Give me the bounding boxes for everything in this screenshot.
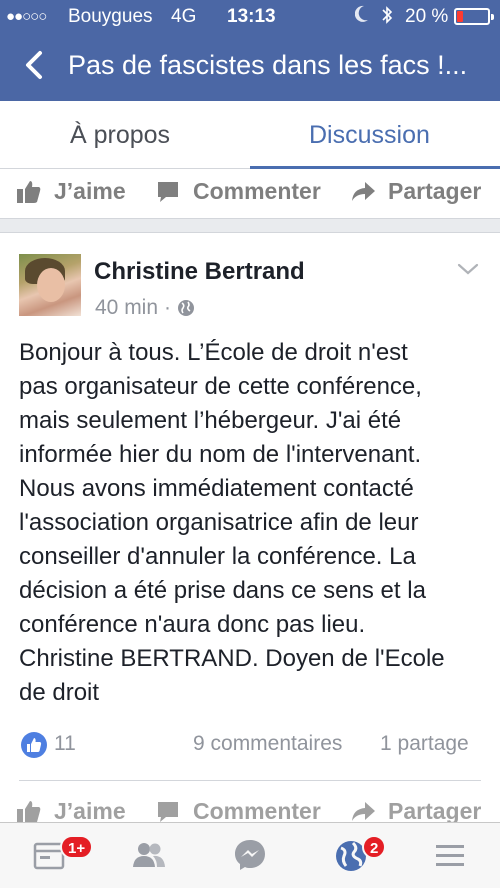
post-share-button[interactable]: Partager <box>350 798 481 825</box>
page-title: Pas de fascistes dans les facs !... <box>68 50 468 80</box>
status-bar: ●●○○○ Bouygues 4G 13:13 20 % <box>0 0 500 34</box>
post-comment-label: Commenter <box>193 798 321 824</box>
avatar-face <box>37 268 65 302</box>
news-feed-badge: 1+ <box>60 835 94 859</box>
like-reaction-icon[interactable] <box>21 732 47 758</box>
post-body-line: informée hier du nom de l'intervenant. <box>19 441 422 468</box>
post-body-line: décision a été prise dans ce sens et la <box>19 577 426 604</box>
thumbs-up-icon <box>17 180 41 203</box>
comment-button[interactable]: Commenter <box>155 178 321 205</box>
comment-icon <box>158 181 178 202</box>
post-card: Christine Bertrand 40 min · Bonjour à to… <box>0 232 500 832</box>
messenger-icon[interactable] <box>232 837 268 873</box>
like-label: J’aime <box>54 178 126 204</box>
like-count[interactable]: 11 <box>54 732 76 756</box>
thumbs-up-icon <box>17 800 41 823</box>
post-time[interactable]: 40 min <box>95 296 158 320</box>
post-body-line: Christine BERTRAND. Doyen de l'Ecole <box>19 645 445 672</box>
post-body-line: conférence n'aura donc pas lieu. <box>19 611 366 638</box>
status-time: 13:13 <box>227 6 276 27</box>
share-arrow-icon <box>352 801 375 821</box>
network-type: 4G <box>171 6 197 27</box>
post-body-line: conseiller d'annuler la conférence. La <box>19 543 416 570</box>
comments-count[interactable]: 9 commentaires <box>193 732 342 756</box>
post-body-line: l'association organisatrice afin de leur <box>19 509 419 536</box>
share-arrow-icon <box>352 181 375 201</box>
comment-icon <box>158 801 178 822</box>
tab-bar: À propos Discussion <box>0 101 500 169</box>
post-body-line: Bonjour à tous. L’École de droit n'est <box>19 339 408 366</box>
page-action-bar: J’aime Commenter Partager <box>0 169 500 219</box>
avatar[interactable] <box>19 254 81 316</box>
bluetooth-icon <box>381 5 393 30</box>
signal-indicator: ●●○○○ <box>6 8 47 25</box>
shares-count[interactable]: 1 partage <box>380 732 469 756</box>
share-button[interactable]: Partager <box>350 178 481 205</box>
top-bar: ●●○○○ Bouygues 4G 13:13 20 % Pas de fasc… <box>0 0 500 101</box>
battery-level <box>457 11 463 22</box>
globe-icon <box>178 300 195 316</box>
post-meta: 40 min · <box>95 296 195 320</box>
post-like-label: J’aime <box>54 798 126 824</box>
like-button[interactable]: J’aime <box>16 178 126 205</box>
carrier-name: Bouygues <box>68 6 153 27</box>
battery-icon <box>454 8 494 25</box>
post-body-line: Nous avons immédiatement contacté <box>19 475 414 502</box>
friends-icon[interactable] <box>131 837 167 873</box>
post-author[interactable]: Christine Bertrand <box>94 258 305 286</box>
tab-discussion[interactable]: Discussion <box>309 121 430 150</box>
post-comment-button[interactable]: Commenter <box>155 798 321 825</box>
post-body-line: mais seulement l’hébergeur. J'ai été <box>19 407 402 434</box>
post-stats: 11 9 commentaires 1 partage <box>0 730 500 770</box>
notifications-badge: 2 <box>362 835 387 859</box>
share-label: Partager <box>388 178 482 204</box>
post-share-label: Partager <box>388 798 482 824</box>
chevron-down-icon[interactable] <box>456 261 480 282</box>
divider <box>19 780 481 781</box>
bottom-tab-bar: 1+ 2 <box>0 822 500 888</box>
nav-row: Pas de fascistes dans les facs !... <box>0 40 500 96</box>
menu-icon[interactable] <box>432 837 468 873</box>
tab-a-propos[interactable]: À propos <box>70 121 170 150</box>
back-chevron-icon[interactable] <box>18 48 52 82</box>
battery-percent: 20 % <box>405 6 449 27</box>
post-body-line: de droit <box>19 679 100 706</box>
post-like-button[interactable]: J’aime <box>16 798 126 825</box>
comment-label: Commenter <box>193 178 321 204</box>
meta-separator: · <box>164 296 172 319</box>
post-body: Bonjour à tous. L’École de droit n'est p… <box>19 336 489 710</box>
post-body-line: pas organisateur de cette conférence, <box>19 373 422 400</box>
moon-icon <box>354 5 369 28</box>
